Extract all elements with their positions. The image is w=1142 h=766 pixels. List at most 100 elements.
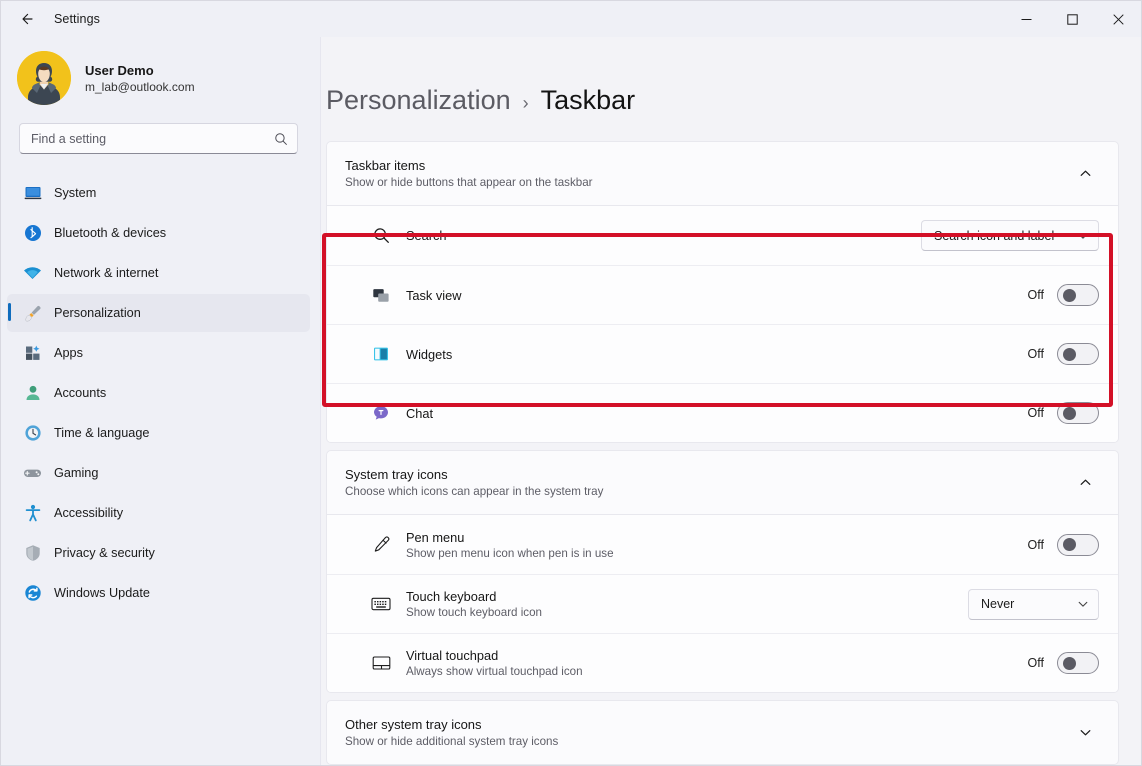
search-mode-dropdown[interactable]: Search icon and label — [921, 220, 1099, 251]
accessibility-icon — [23, 504, 42, 523]
breadcrumb: Personalization › Taskbar — [326, 85, 1119, 116]
paintbrush-icon — [23, 304, 42, 323]
task-view-icon — [370, 284, 392, 306]
section-title: System tray icons — [345, 467, 1071, 482]
row-touch-keyboard[interactable]: Touch keyboard Show touch keyboard icon … — [327, 574, 1118, 633]
chevron-down-icon — [1077, 598, 1089, 610]
system-icon — [23, 184, 42, 203]
row-pen-menu[interactable]: Pen menu Show pen menu icon when pen is … — [327, 515, 1118, 574]
chevron-up-icon[interactable] — [1071, 469, 1099, 497]
row-title: Virtual touchpad — [406, 648, 1028, 663]
sidebar-item-windows-update[interactable]: Windows Update — [7, 574, 310, 612]
section-header-other-system-tray-icons[interactable]: Other system tray icons Show or hide add… — [327, 701, 1118, 764]
virtual-touchpad-toggle[interactable] — [1057, 652, 1099, 674]
gamepad-icon — [23, 464, 42, 483]
chat-toggle[interactable] — [1057, 402, 1099, 424]
sidebar-item-accounts[interactable]: Accounts — [7, 374, 310, 412]
row-title: Search — [406, 228, 921, 243]
sidebar-item-label: Accounts — [54, 386, 106, 400]
sidebar-item-network-internet[interactable]: Network & internet — [7, 254, 310, 292]
accounts-icon — [23, 384, 42, 403]
sidebar-item-system[interactable]: System — [7, 174, 310, 212]
section-title: Other system tray icons — [345, 717, 1071, 732]
sidebar-item-personalization[interactable]: Personalization — [7, 294, 310, 332]
row-title: Pen menu — [406, 530, 1028, 545]
user-profile[interactable]: User Demo m_lab@outlook.com — [1, 37, 320, 119]
row-title: Chat — [406, 406, 1028, 421]
sidebar-item-label: Bluetooth & devices — [54, 226, 166, 240]
section-other-system-tray-icons: Other system tray icons Show or hide add… — [326, 700, 1119, 765]
section-subtitle: Show or hide buttons that appear on the … — [345, 176, 1071, 189]
bluetooth-icon — [23, 224, 42, 243]
sidebar-item-apps[interactable]: Apps — [7, 334, 310, 372]
minimize-button[interactable] — [1003, 1, 1049, 37]
system-tray-rows: Pen menu Show pen menu icon when pen is … — [326, 515, 1119, 693]
keyboard-icon — [370, 593, 392, 615]
row-subtitle: Show touch keyboard icon — [406, 606, 968, 619]
sidebar-nav: System Bluetooth & devices Network & int… — [1, 174, 320, 765]
sidebar-item-privacy-security[interactable]: Privacy & security — [7, 534, 310, 572]
toggle-state-label: Off — [1028, 538, 1044, 552]
breadcrumb-separator: › — [523, 93, 529, 114]
row-chat[interactable]: Chat Off — [327, 383, 1118, 442]
row-subtitle: Show pen menu icon when pen is in use — [406, 547, 1028, 560]
toggle-state-label: Off — [1028, 347, 1044, 361]
profile-name: User Demo — [85, 63, 195, 78]
pen-menu-toggle[interactable] — [1057, 534, 1099, 556]
chevron-down-icon[interactable] — [1071, 719, 1099, 747]
title-bar: Settings — [1, 1, 1141, 37]
row-virtual-touchpad[interactable]: Virtual touchpad Always show virtual tou… — [327, 633, 1118, 692]
update-icon — [23, 584, 42, 603]
widgets-icon — [370, 343, 392, 365]
search-setting-box[interactable] — [19, 123, 298, 154]
widgets-toggle[interactable] — [1057, 343, 1099, 365]
maximize-button[interactable] — [1049, 1, 1095, 37]
breadcrumb-parent[interactable]: Personalization — [326, 85, 511, 116]
toggle-state-label: Off — [1028, 288, 1044, 302]
dropdown-value: Never — [981, 597, 1067, 611]
back-button[interactable] — [9, 4, 43, 34]
sidebar-item-time-language[interactable]: Time & language — [7, 414, 310, 452]
wifi-icon — [23, 264, 42, 283]
profile-email: m_lab@outlook.com — [85, 80, 195, 94]
sidebar-item-label: Network & internet — [54, 266, 158, 280]
section-subtitle: Show or hide additional system tray icon… — [345, 735, 1071, 748]
search-input[interactable] — [31, 132, 274, 146]
clock-icon — [23, 424, 42, 443]
arrow-left-icon — [18, 11, 34, 27]
window-controls — [1003, 1, 1141, 37]
row-title: Widgets — [406, 347, 1028, 362]
page-title: Taskbar — [541, 85, 636, 116]
sidebar: User Demo m_lab@outlook.com — [1, 37, 321, 765]
chat-icon — [370, 402, 392, 424]
sidebar-item-accessibility[interactable]: Accessibility — [7, 494, 310, 532]
chevron-up-icon[interactable] — [1071, 160, 1099, 188]
avatar — [17, 51, 71, 105]
dropdown-value: Search icon and label — [934, 229, 1067, 243]
row-title: Task view — [406, 288, 1028, 303]
maximize-icon — [1067, 14, 1078, 25]
close-button[interactable] — [1095, 1, 1141, 37]
task-view-toggle[interactable] — [1057, 284, 1099, 306]
sidebar-item-label: Gaming — [54, 466, 98, 480]
shield-icon — [23, 544, 42, 563]
section-system-tray-icons: System tray icons Choose which icons can… — [326, 450, 1119, 515]
apps-icon — [23, 344, 42, 363]
sidebar-item-label: Time & language — [54, 426, 149, 440]
section-header-taskbar-items[interactable]: Taskbar items Show or hide buttons that … — [327, 142, 1118, 205]
settings-scroll-region: Taskbar items Show or hide buttons that … — [326, 141, 1119, 765]
row-widgets[interactable]: Widgets Off — [327, 324, 1118, 383]
toggle-state-label: Off — [1028, 406, 1044, 420]
section-header-system-tray-icons[interactable]: System tray icons Choose which icons can… — [327, 451, 1118, 514]
touch-keyboard-dropdown[interactable]: Never — [968, 589, 1099, 620]
toggle-state-label: Off — [1028, 656, 1044, 670]
settings-window: Settings — [0, 0, 1142, 766]
search-icon — [274, 132, 288, 146]
user-avatar-icon — [17, 51, 71, 105]
main-content: Personalization › Taskbar Taskbar items … — [321, 37, 1141, 765]
sidebar-item-gaming[interactable]: Gaming — [7, 454, 310, 492]
row-task-view[interactable]: Task view Off — [327, 265, 1118, 324]
row-search[interactable]: Search Search icon and label — [327, 206, 1118, 265]
row-subtitle: Always show virtual touchpad icon — [406, 665, 1028, 678]
sidebar-item-bluetooth-devices[interactable]: Bluetooth & devices — [7, 214, 310, 252]
